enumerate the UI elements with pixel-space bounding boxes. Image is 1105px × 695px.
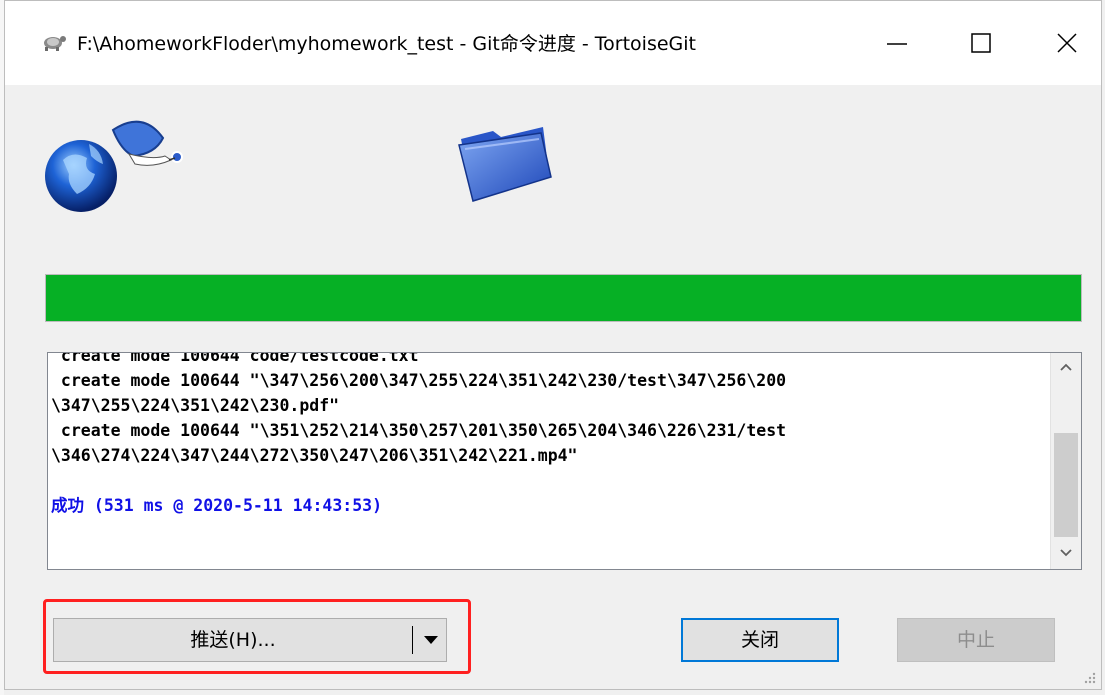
log-line: \347\255\224\351\242\230.pdf" (51, 396, 340, 415)
push-split-button[interactable]: 推送(H)... (53, 618, 447, 662)
maximize-button[interactable] (949, 19, 1013, 65)
git-progress-dialog: F:\AhomeworkFloder\myhomework_test - Git… (4, 0, 1102, 690)
log-line: create mode 100644 "\347\256\200\347\255… (51, 371, 787, 390)
push-dropdown-toggle[interactable] (419, 619, 445, 661)
progress-bar (45, 274, 1082, 322)
chevron-down-icon (1060, 549, 1072, 557)
log-line: create mode 100644 code/testcode.txt (51, 352, 419, 365)
scrollbar-thumb[interactable] (1054, 433, 1078, 537)
abort-button[interactable]: 中止 (897, 618, 1055, 662)
minimize-icon (887, 43, 907, 45)
dropdown-arrow-icon (424, 636, 438, 644)
log-line: \346\274\224\347\244\272\350\247\206\351… (51, 446, 578, 465)
chevron-up-icon (1060, 363, 1072, 371)
split-divider (412, 626, 413, 654)
title-bar[interactable]: F:\AhomeworkFloder\myhomework_test - Git… (5, 1, 1101, 85)
progress-bar-fill (46, 275, 1081, 321)
minimize-button[interactable] (865, 19, 929, 65)
scroll-up-button[interactable] (1051, 353, 1081, 383)
close-window-button[interactable] (1035, 19, 1099, 65)
vertical-scrollbar[interactable] (1050, 353, 1081, 569)
window-title: F:\AhomeworkFloder\myhomework_test - Git… (77, 33, 697, 55)
progress-animation (5, 85, 1101, 265)
scroll-down-button[interactable] (1051, 539, 1081, 569)
log-line: create mode 100644 "\351\252\214\350\257… (51, 421, 787, 440)
log-text: create mode 100644 code/testcode.txt cre… (51, 352, 1049, 518)
log-success-line: 成功 (531 ms @ 2020-5-11 14:43:53) (51, 496, 383, 515)
close-button[interactable]: 关闭 (681, 618, 839, 662)
folder-icon (455, 113, 555, 203)
close-icon (1057, 33, 1077, 53)
output-log[interactable]: create mode 100644 code/testcode.txt cre… (47, 352, 1082, 570)
globe-icon (43, 110, 203, 220)
tortoise-icon (41, 31, 67, 53)
maximize-icon (971, 33, 991, 53)
push-button-label[interactable]: 推送(H)... (54, 619, 412, 661)
resize-grip-icon[interactable] (1081, 669, 1097, 685)
